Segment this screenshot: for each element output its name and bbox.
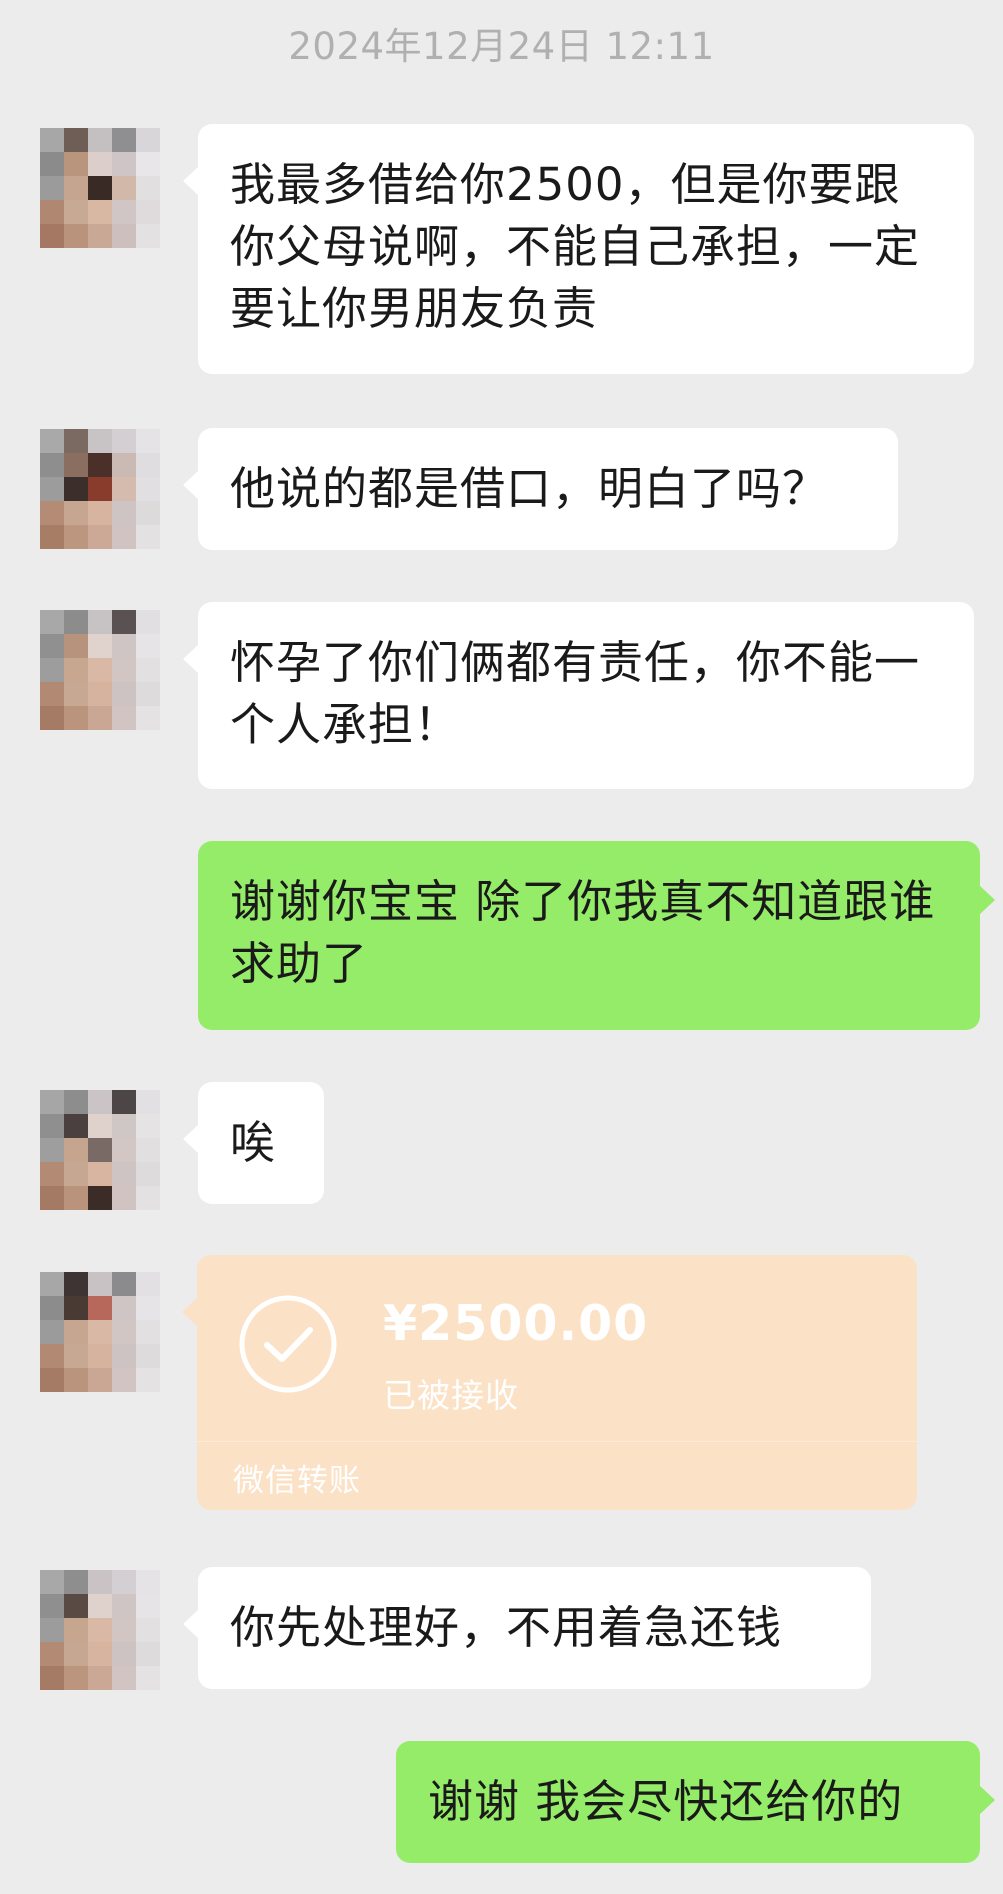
- message-bubble[interactable]: 他说的都是借口，明白了吗？: [183, 428, 898, 550]
- message-text: 他说的都是借口，明白了吗？: [230, 462, 829, 515]
- contact-avatar[interactable]: [40, 1570, 160, 1690]
- transfer-status: 已被接收: [383, 1376, 519, 1415]
- message-text: 唉: [230, 1116, 277, 1169]
- message-text: 你先处理好，不用着急还钱: [230, 1601, 783, 1654]
- transfer-footer-label: 微信转账: [233, 1463, 361, 1499]
- contact-avatar[interactable]: [40, 429, 160, 549]
- message-text: 我最多借给你2500，但是你要跟你父母说啊，不能自己承担，一定要让你男朋友负责: [230, 158, 921, 335]
- transfer-amount: ¥2500.00: [383, 1295, 649, 1352]
- message-bubble[interactable]: 唉: [183, 1082, 324, 1204]
- message-bubble[interactable]: 你先处理好，不用着急还钱: [183, 1567, 871, 1689]
- chat-timestamp: 2024年12月24日 12:11: [288, 25, 715, 68]
- check-circle-icon: [239, 1295, 337, 1393]
- contact-avatar[interactable]: [40, 1272, 160, 1392]
- message-text: 怀孕了你们俩都有责任，你不能一个人承担！: [230, 636, 921, 751]
- contact-avatar[interactable]: [40, 610, 160, 730]
- contact-avatar[interactable]: [40, 1090, 160, 1210]
- message-bubble[interactable]: 谢谢 我会尽快还给你的: [396, 1741, 995, 1863]
- contact-avatar[interactable]: [40, 128, 160, 248]
- message-text: 谢谢 我会尽快还给你的: [428, 1775, 904, 1828]
- message-text: 谢谢你宝宝 除了你我真不知道跟谁求助了: [230, 875, 936, 990]
- message-bubble[interactable]: 怀孕了你们俩都有责任，你不能一个人承担！: [183, 602, 974, 789]
- message-bubble[interactable]: 谢谢你宝宝 除了你我真不知道跟谁求助了: [198, 841, 995, 1030]
- transfer-card[interactable]: ¥2500.00 已被接收 微信转账: [182, 1255, 917, 1510]
- message-bubble[interactable]: 我最多借给你2500，但是你要跟你父母说啊，不能自己承担，一定要让你男朋友负责: [183, 124, 974, 374]
- transfer-divider: [197, 1441, 917, 1442]
